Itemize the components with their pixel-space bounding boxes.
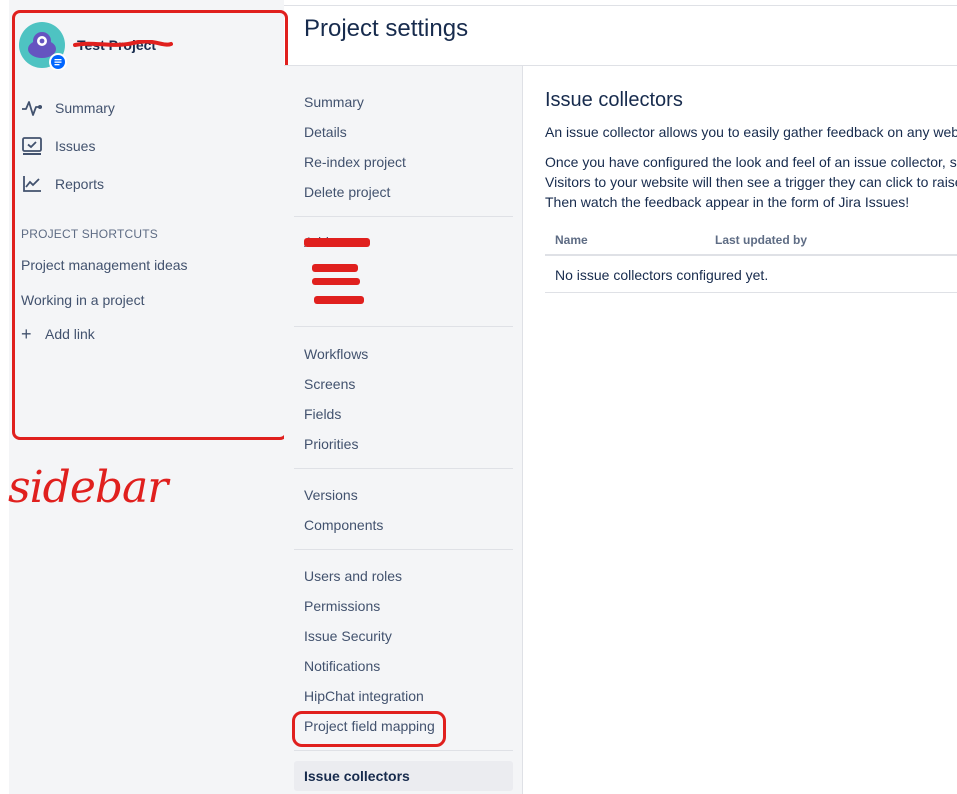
settings-navigation: Summary Details Re-index project Delete …: [284, 66, 522, 794]
settings-item-issue-security[interactable]: Issue Security: [304, 628, 392, 644]
redaction-mark: [314, 296, 364, 304]
settings-item-screens[interactable]: Screens: [304, 376, 355, 392]
redaction-mark: [304, 238, 370, 247]
settings-item-delete[interactable]: Delete project: [304, 184, 390, 200]
column-header-name[interactable]: Name: [555, 233, 588, 247]
annotation-highlight-field-mapping: [292, 711, 446, 747]
settings-item-workflows[interactable]: Workflows: [304, 346, 368, 362]
settings-item-summary[interactable]: Summary: [304, 94, 364, 110]
description-text: Visitors to your website will then see a…: [545, 174, 957, 190]
settings-item-permissions[interactable]: Permissions: [304, 598, 380, 614]
divider: [294, 216, 513, 217]
divider: [294, 549, 513, 550]
annotation-box-sidebar: [12, 10, 288, 440]
redaction-mark: [312, 264, 358, 272]
settings-item-fields[interactable]: Fields: [304, 406, 341, 422]
table-empty-row: No issue collectors configured yet.: [545, 258, 957, 293]
redaction-mark: [312, 278, 360, 285]
annotation-label: sidebar: [8, 462, 168, 513]
description-text: Once you have configured the look and fe…: [545, 154, 957, 170]
settings-item-users-roles[interactable]: Users and roles: [304, 568, 402, 584]
settings-item-notifications[interactable]: Notifications: [304, 658, 380, 674]
column-header-last-updated[interactable]: Last updated by: [715, 233, 807, 247]
settings-item-priorities[interactable]: Priorities: [304, 436, 358, 452]
settings-item-reindex[interactable]: Re-index project: [304, 154, 406, 170]
section-title: Issue collectors: [545, 89, 683, 111]
top-border: [284, 5, 957, 6]
divider: [294, 468, 513, 469]
settings-item-hipchat[interactable]: HipChat integration: [304, 688, 424, 704]
empty-state-message: No issue collectors configured yet.: [555, 267, 769, 283]
page-title: Project settings: [304, 15, 469, 42]
divider: [294, 326, 513, 327]
description-text: An issue collector allows you to easily …: [545, 124, 957, 140]
settings-item-issue-collectors[interactable]: Issue collectors: [294, 761, 513, 791]
divider: [294, 750, 513, 751]
main-content: Issue collectors An issue collector allo…: [522, 66, 957, 794]
settings-item-versions[interactable]: Versions: [304, 487, 358, 503]
settings-item-label: Issue collectors: [304, 768, 410, 784]
description-text: Then watch the feedback appear in the fo…: [545, 194, 910, 210]
settings-item-details[interactable]: Details: [304, 124, 347, 140]
settings-item-components[interactable]: Components: [304, 517, 383, 533]
table-header: Name Last updated by: [545, 226, 957, 256]
